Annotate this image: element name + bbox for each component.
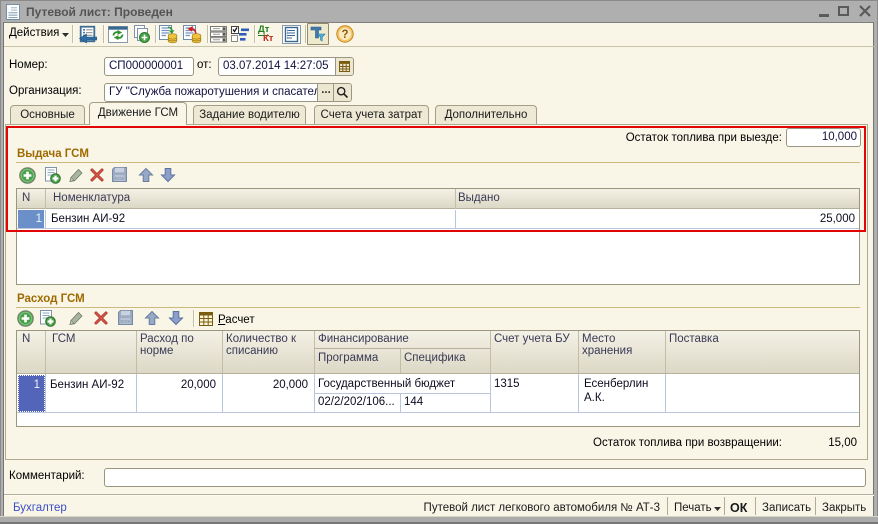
svg-text:?: ? xyxy=(341,29,348,41)
svg-text:ЕОК: ЕОК xyxy=(121,319,131,324)
